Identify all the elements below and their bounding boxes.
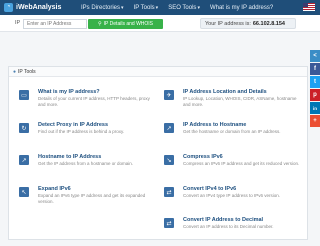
arrow-icon: ↗ — [19, 155, 29, 165]
tool-title[interactable]: Hostname to IP Address — [38, 154, 158, 160]
chevron-down-icon: ▾ — [155, 4, 159, 11]
my-ip-value: 66.102.8.154 — [252, 20, 285, 27]
tool-desc: Convert an IP address to its Decimal num… — [183, 224, 274, 229]
menu-label: SEO Tools — [168, 4, 197, 11]
logo-icon: ◔ — [4, 3, 13, 12]
convert-icon: ⇄ — [164, 218, 174, 228]
proxy-icon: ↻ — [19, 123, 29, 133]
logo-text: iWebAnalysis — [16, 4, 62, 11]
tool-title[interactable]: Convert IP Address to Decimal — [183, 217, 303, 223]
share-icon[interactable]: < — [310, 50, 320, 62]
linkedin-icon[interactable]: in — [310, 102, 320, 114]
tool-card-compress-ipv6[interactable]: ↘ Compress IPv6 Compress an IPv6 IP addre… — [160, 151, 305, 183]
tool-card-ip-to-decimal[interactable]: ⇄ Convert IP Address to Decimal Convert a… — [160, 214, 305, 246]
menu-label: IPs Directories — [81, 4, 121, 11]
tool-card-hostname-to-ip[interactable]: ↗ Hostname to IP Address Get the IP addre… — [15, 151, 160, 183]
menu-label: IP Tools — [133, 4, 155, 11]
tool-desc: IP Lookup, Location, WHOIS, CIDR, ASName… — [183, 96, 297, 107]
tool-desc: Find out if the IP address is behind a p… — [38, 129, 125, 134]
search-icon: ⚲ — [97, 21, 102, 27]
tool-title[interactable]: Expand IPv6 — [38, 186, 158, 192]
chevron-down-icon: ▾ — [197, 4, 200, 11]
language-flag-icon[interactable] — [303, 3, 315, 11]
info-icon: ● — [13, 68, 17, 75]
menu-label: What is my IP address? — [209, 4, 274, 11]
tool-desc: Compress an IPv6 IP address and get its … — [183, 161, 300, 166]
panel-header: ● IP Tools — [9, 67, 307, 77]
tool-card-detect-proxy[interactable]: ↻ Detect Proxy in IP Address Find out if … — [15, 119, 160, 151]
facebook-icon[interactable]: f — [310, 63, 320, 75]
ip-tools-panel: ● IP Tools ▭ What is my IP address? Detai… — [8, 66, 308, 240]
tool-title[interactable]: IP Address to Hostname — [183, 122, 303, 128]
tool-title[interactable]: What is my IP address? — [38, 89, 158, 95]
menu-seo-tools[interactable]: SEO Tools▾ — [168, 5, 200, 11]
menu-what-is-my-ip[interactable]: What is my IP address? — [210, 5, 273, 11]
pinterest-icon[interactable]: p — [310, 89, 320, 101]
tool-title[interactable]: Compress IPv6 — [183, 154, 303, 160]
chevron-down-icon: ▾ — [121, 4, 124, 11]
tool-card-what-is-my-ip[interactable]: ▭ What is my IP address? Details of your … — [15, 86, 160, 118]
twitter-icon[interactable]: t — [310, 76, 320, 88]
search-bar: IP ⚲ IP Details and WHOIS Your IP addres… — [0, 15, 320, 32]
location-icon: ✈ — [164, 90, 174, 100]
convert-icon: ⇄ — [164, 187, 174, 197]
button-label: IP Details and WHOIS — [103, 21, 154, 27]
arrow-icon: ↗ — [164, 123, 174, 133]
social-share-bar: < f t p in + — [310, 50, 320, 128]
share-alt-icon[interactable]: + — [310, 115, 320, 127]
panel-title: IP Tools — [18, 68, 36, 75]
tool-card-ip-location[interactable]: ✈ IP Address Location and Details IP Look… — [160, 86, 305, 118]
expand-icon: ↖ — [19, 187, 29, 197]
tool-title[interactable]: IP Address Location and Details — [183, 89, 303, 95]
top-nav: ◔ iWebAnalysis IPs Directories▾ IP Tools… — [0, 0, 320, 15]
desktop-icon: ▭ — [19, 90, 29, 100]
tool-title[interactable]: Convert IPv4 to IPv6 — [183, 186, 303, 192]
tool-card-expand-ipv6[interactable]: ↖ Expand IPv6 Expand an IPv6 type IP addr… — [15, 183, 160, 215]
tool-desc: Expand an IPv6 type IP address and get i… — [38, 193, 146, 204]
main-menu: IPs Directories▾ IP Tools▾ SEO Tools▾ Wh… — [81, 5, 283, 11]
my-ip-label: Your IP address is: — [205, 20, 251, 27]
tool-card-ipv4-to-ipv6[interactable]: ⇄ Convert IPv4 to IPv6 Convert an IPv4 ty… — [160, 183, 305, 215]
ip-label: IP — [15, 20, 21, 26]
flag-canton — [303, 3, 308, 7]
menu-ip-tools[interactable]: IP Tools▾ — [134, 5, 159, 11]
tool-desc: Convert an IPv4 type IP address to IPv6 … — [183, 193, 280, 198]
ip-details-whois-button[interactable]: ⚲ IP Details and WHOIS — [88, 19, 163, 29]
ip-search-input[interactable] — [23, 19, 87, 29]
compress-icon: ↘ — [164, 155, 174, 165]
tool-desc: Get the IP address from a hostname or do… — [38, 161, 133, 166]
tool-card-ip-to-hostname[interactable]: ↗ IP Address to Hostname Get the hostname… — [160, 119, 305, 151]
my-ip-display: Your IP address is: 66.102.8.154 — [200, 18, 296, 29]
tool-title[interactable]: Detect Proxy in IP Address — [38, 122, 158, 128]
tool-desc: Get the hostname or domain from an IP ad… — [183, 129, 281, 134]
menu-ips-directories[interactable]: IPs Directories▾ — [81, 5, 124, 11]
logo[interactable]: ◔ iWebAnalysis — [4, 3, 81, 12]
tool-desc: Details of your current IP address, HTTP… — [38, 96, 150, 107]
